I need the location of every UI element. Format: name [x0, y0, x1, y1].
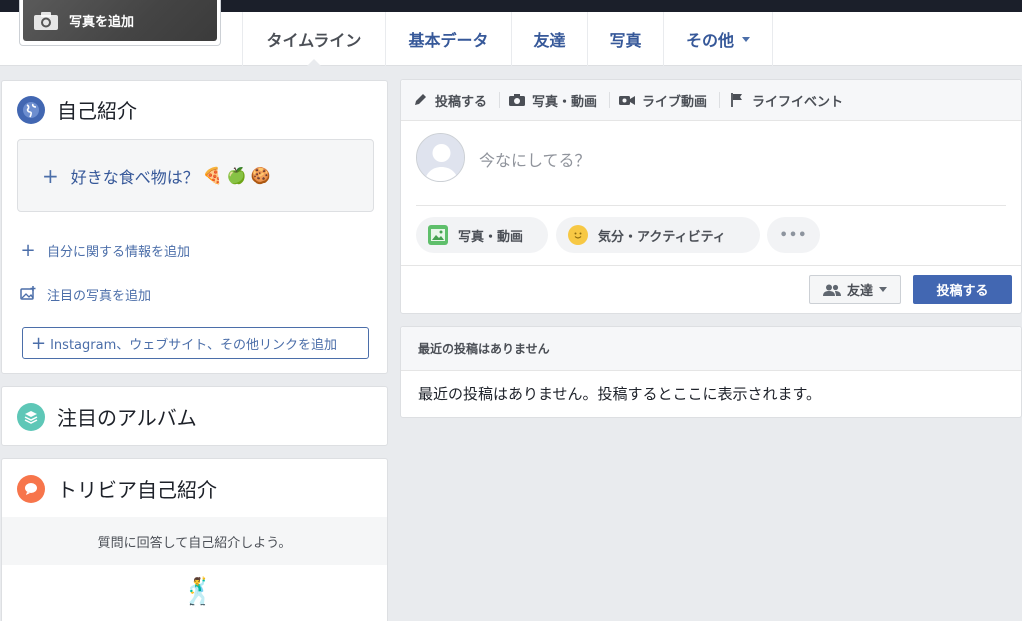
trivia-header: トリビア自己紹介 — [17, 474, 217, 503]
recent-posts-header: 最近の投稿はありません — [401, 327, 1021, 371]
status-input[interactable]: 今なにしてる？ — [479, 147, 591, 171]
composer-tab-live-video[interactable]: ライブ動画 — [618, 91, 717, 110]
add-links-label: Instagram、ウェブサイト、その他リンクを追加 — [50, 337, 337, 353]
album-title: 注目のアルバム — [57, 406, 197, 430]
divider — [416, 205, 1006, 206]
divider — [401, 265, 1021, 266]
layers-icon — [17, 402, 45, 431]
add-featured-photo-label: 注目の写真を追加 — [47, 289, 152, 304]
tab-label: 基本データ — [408, 31, 489, 50]
flag-icon — [728, 92, 746, 108]
favorite-food-label: 好きな食べ物は？ — [70, 167, 199, 187]
add-cover-photo-label: 写真を追加 — [69, 15, 135, 30]
add-links-button[interactable]: + Instagram、ウェブサイト、その他リンクを追加 — [22, 327, 369, 359]
camera-icon — [508, 92, 526, 108]
divider — [719, 92, 721, 108]
tab-label: 写真 — [609, 31, 642, 50]
profile-tabs: タイムライン 基本データ 友達 写真 その他 — [242, 12, 773, 67]
intro-title: 自己紹介 — [57, 99, 137, 123]
composer-tabs: 投稿する 写真・動画 ライブ動画 ライフイベント — [401, 80, 1021, 121]
recent-posts-card: 最近の投稿はありません 最近の投稿はありません。投稿するとここに表示されます。 — [400, 326, 1022, 418]
avatar[interactable] — [416, 133, 465, 182]
chat-bubble-icon — [17, 474, 45, 503]
chevron-down-icon — [742, 36, 750, 42]
composer-tab-label: 写真・動画 — [532, 94, 598, 110]
dancer-icon: 🕺 — [182, 577, 215, 607]
composer-tab-label: ライフイベント — [752, 94, 844, 110]
post-button[interactable]: 投稿する — [913, 275, 1012, 304]
trivia-prompt: 質問に回答して自己紹介しよう。 — [2, 517, 387, 565]
pencil-icon — [411, 92, 429, 108]
audience-selector[interactable]: 友達 — [809, 275, 901, 304]
intro-header: 自己紹介 — [17, 95, 137, 124]
add-featured-photo-link[interactable]: 注目の写真を追加 — [19, 285, 151, 304]
trivia-card: トリビア自己紹介 質問に回答して自己紹介しよう。 🕺 — [1, 458, 388, 621]
composer-tab-photo-video[interactable]: 写真・動画 — [508, 91, 607, 110]
add-info-link[interactable]: + 自分に関する情報を追加 — [19, 241, 190, 260]
tab-timeline[interactable]: タイムライン — [242, 12, 385, 67]
post-composer: 投稿する 写真・動画 ライブ動画 ライフイベント 今なにしてる？ 写真・動画 気… — [400, 79, 1022, 314]
album-header[interactable]: 注目のアルバム — [17, 402, 197, 431]
composer-tab-post[interactable]: 投稿する — [411, 91, 497, 110]
camera-icon — [34, 11, 58, 30]
tab-more[interactable]: その他 — [663, 12, 773, 66]
composer-tab-label: ライブ動画 — [642, 94, 708, 110]
more-options-button[interactable]: ••• — [767, 217, 820, 253]
pizza-icon: 🍕 — [202, 166, 223, 185]
image-icon — [428, 225, 448, 245]
featured-album-card: 注目のアルバム — [1, 386, 388, 446]
composer-tab-life-event[interactable]: ライフイベント — [728, 91, 853, 110]
tab-about[interactable]: 基本データ — [385, 12, 511, 66]
feeling-activity-button[interactable]: 気分・アクティビティ — [556, 217, 760, 253]
tab-label: その他 — [685, 31, 734, 50]
add-photo-icon — [19, 285, 37, 304]
divider — [609, 92, 611, 108]
divider — [499, 92, 501, 108]
recent-posts-message: 最近の投稿はありません。投稿するとここに表示されます。 — [418, 385, 822, 403]
favorite-food-prompt[interactable]: + 好きな食べ物は？ 🍕 🍏 🍪 — [17, 139, 374, 212]
add-cover-photo-button[interactable]: 写真を追加 — [19, 0, 221, 46]
photo-video-label: 写真・動画 — [458, 229, 524, 245]
tab-friends[interactable]: 友達 — [511, 12, 587, 66]
cookie-icon: 🍪 — [250, 166, 271, 185]
chevron-down-icon — [879, 287, 887, 292]
tab-photos[interactable]: 写真 — [587, 12, 663, 66]
smiley-icon — [568, 225, 588, 245]
video-camera-icon — [618, 92, 636, 108]
photo-video-button[interactable]: 写真・動画 — [416, 217, 548, 253]
add-info-label: 自分に関する情報を追加 — [47, 245, 191, 260]
apple-icon: 🍏 — [226, 166, 247, 185]
plus-icon: + — [20, 239, 36, 261]
feeling-activity-label: 気分・アクティビティ — [598, 229, 726, 245]
tab-label: 友達 — [533, 31, 566, 50]
more-icon: ••• — [779, 227, 808, 243]
plus-icon: + — [42, 163, 59, 188]
trivia-title: トリビア自己紹介 — [57, 478, 217, 502]
tab-label: タイムライン — [266, 31, 362, 50]
composer-tab-label: 投稿する — [435, 94, 488, 110]
plus-icon: + — [31, 332, 47, 354]
audience-label: 友達 — [846, 284, 873, 299]
friends-icon — [822, 284, 841, 296]
intro-card: 自己紹介 + 好きな食べ物は？ 🍕 🍏 🍪 + 自分に関する情報を追加 注目の写… — [1, 80, 388, 374]
globe-icon — [17, 95, 45, 124]
